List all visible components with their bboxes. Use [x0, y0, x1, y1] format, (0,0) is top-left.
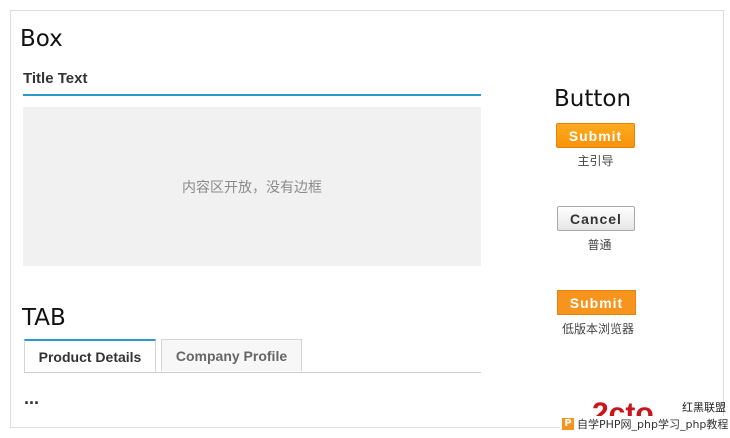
- box-title-underline: [23, 94, 481, 96]
- primary-button-caption: 主引导: [577, 154, 614, 168]
- tab-section-heading: TAB: [22, 305, 66, 331]
- box-content-area: 内容区开放，没有边框: [23, 107, 481, 266]
- submit-button-primary[interactable]: Submit: [556, 123, 635, 148]
- legacy-button-caption: 低版本浏览器: [561, 322, 634, 336]
- watermark-brand-text: 红黑联盟: [682, 401, 726, 414]
- default-button-caption: 普通: [587, 238, 612, 252]
- php-badge-icon: P: [562, 418, 574, 430]
- box-title: Title Text: [23, 70, 88, 87]
- cancel-button[interactable]: Cancel: [557, 206, 635, 231]
- tab-content-ellipsis: ...: [24, 388, 40, 408]
- submit-button-legacy[interactable]: Submit: [557, 290, 636, 315]
- tab-bar: Product Details Company Profile: [24, 339, 481, 373]
- watermark-tagline: P 自学PHP网_php学习_php教程: [560, 416, 730, 432]
- button-section-heading: Button: [554, 86, 632, 112]
- box-section-heading: Box: [20, 26, 63, 52]
- box-content-text: 内容区开放，没有边框: [182, 179, 322, 196]
- watermark-tagline-text: 自学PHP网_php学习_php教程: [577, 418, 729, 431]
- tab-company-profile[interactable]: Company Profile: [161, 339, 302, 371]
- tab-product-details[interactable]: Product Details: [24, 339, 156, 372]
